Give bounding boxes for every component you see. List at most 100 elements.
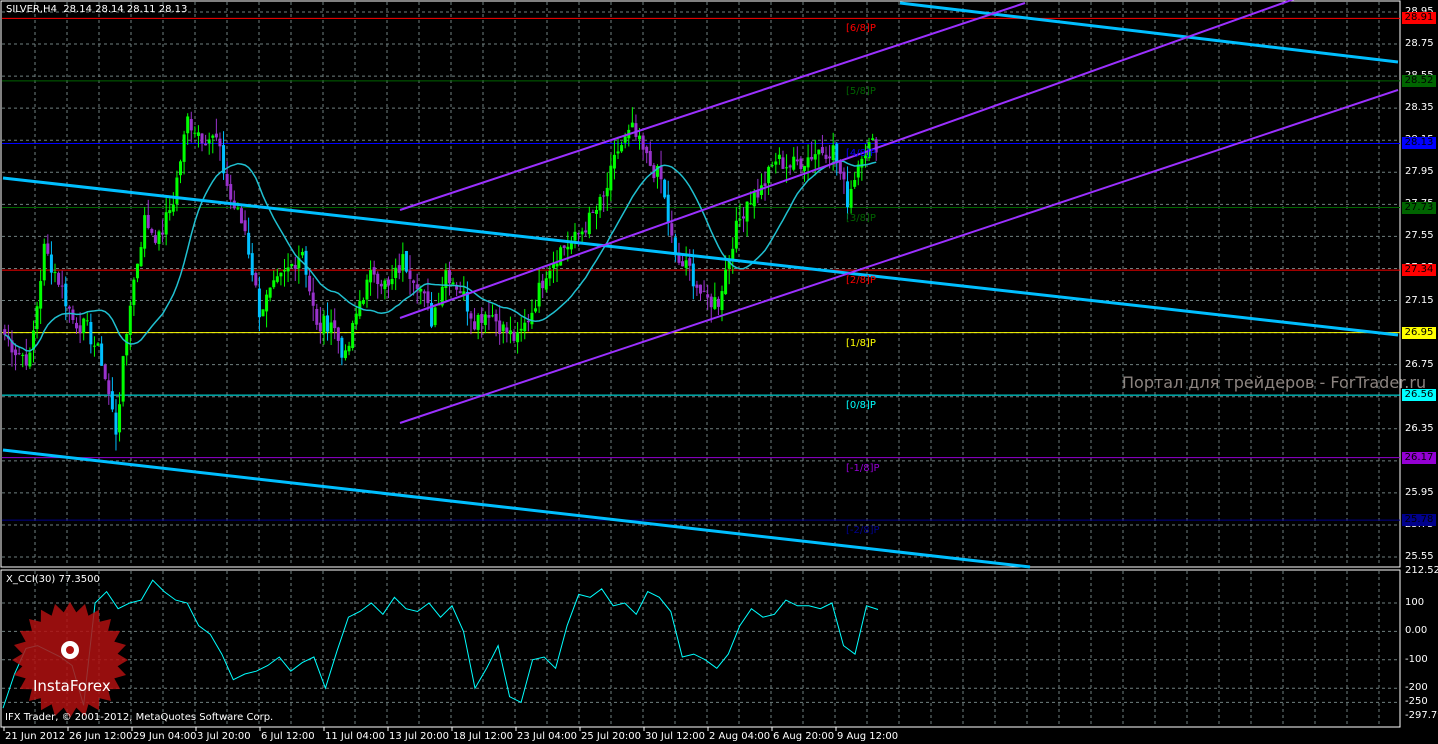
candle-bearish xyxy=(648,151,652,166)
candle-bearish xyxy=(763,183,767,187)
candle-bullish xyxy=(620,145,624,152)
candle-bullish xyxy=(85,320,89,322)
price-level-tag: 26.17 xyxy=(1402,451,1436,464)
candle-bearish xyxy=(107,380,111,395)
time-axis-label: 2 Aug 04:00 xyxy=(709,731,771,742)
murrey-level-label: [3/8]P xyxy=(846,212,876,224)
murrey-level-label: [-1/8]P xyxy=(846,462,880,474)
candle-bearish xyxy=(835,143,839,164)
candle-bearish xyxy=(57,272,61,285)
candle-bearish xyxy=(526,320,530,323)
cci-tick-label: -250 xyxy=(1405,696,1428,708)
cci-line xyxy=(2,579,879,709)
candle-bullish xyxy=(121,356,125,402)
price-level-tag: 27.34 xyxy=(1402,264,1436,277)
candle-bearish xyxy=(494,313,498,322)
candle-bullish xyxy=(849,188,853,208)
moving-average-line xyxy=(4,160,877,352)
candle-bearish xyxy=(89,321,93,345)
candle-bullish xyxy=(684,260,688,268)
candle-bearish xyxy=(659,166,663,180)
candle-bearish xyxy=(487,314,491,318)
candle-bearish xyxy=(254,272,258,286)
price-level-tag: 25.78 xyxy=(1402,514,1436,527)
cci-tick-label: 0.00 xyxy=(1405,625,1428,637)
candle-bullish xyxy=(508,330,512,335)
candle-bullish xyxy=(265,294,269,312)
candle-bullish xyxy=(283,270,287,272)
cci-tick-label: 100 xyxy=(1405,596,1425,608)
candle-bearish xyxy=(706,294,710,298)
candle-bearish xyxy=(695,284,699,288)
candle-bullish xyxy=(135,263,139,279)
candle-bullish xyxy=(39,281,43,309)
candle-bullish xyxy=(419,288,423,292)
candle-bullish xyxy=(196,132,200,136)
candle-bearish xyxy=(512,331,516,341)
candle-bullish xyxy=(770,165,774,167)
price-tick-label: 26.35 xyxy=(1405,422,1434,434)
candle-bearish xyxy=(243,220,247,232)
candle-bullish xyxy=(609,165,613,191)
copyright-text: IFX Trader, © 2001-2012, MetaQuotes Soft… xyxy=(5,712,274,723)
candle-bearish xyxy=(17,353,21,355)
candle-bullish xyxy=(566,246,570,250)
candle-bullish xyxy=(211,135,215,138)
candle-bullish xyxy=(118,404,122,433)
candle-bullish xyxy=(871,138,875,141)
candle-bullish xyxy=(175,177,179,204)
candle-bearish xyxy=(702,290,706,292)
candle-bearish xyxy=(634,123,638,137)
price-level-tag: 27.73 xyxy=(1402,201,1436,214)
candle-bullish xyxy=(236,208,240,210)
candle-bullish xyxy=(35,306,39,330)
candle-bearish xyxy=(458,291,462,294)
candle-bullish xyxy=(272,280,276,288)
time-axis-label: 13 Jul 20:00 xyxy=(389,731,449,742)
candle-bearish xyxy=(49,254,53,273)
candle-bullish xyxy=(383,280,387,290)
candle-bullish xyxy=(369,270,373,283)
candle-bullish xyxy=(573,231,577,241)
candle-bearish xyxy=(641,135,645,150)
candle-bullish xyxy=(598,196,602,211)
cci-tick-label: -297.799 xyxy=(1405,710,1438,721)
candle-bullish xyxy=(347,345,351,352)
candle-bearish xyxy=(67,306,71,309)
cci-tick-label: -100 xyxy=(1405,653,1428,665)
candle-bearish xyxy=(333,320,337,329)
candle-bearish xyxy=(3,329,7,335)
candle-bearish xyxy=(666,194,670,223)
candle-bearish xyxy=(75,322,79,329)
candle-bearish xyxy=(788,165,792,168)
candle-bullish xyxy=(483,314,487,326)
candle-bullish xyxy=(207,139,211,144)
time-axis-label: 3 Jul 20:00 xyxy=(197,731,251,742)
price-chart[interactable] xyxy=(0,0,1438,744)
candle-bullish xyxy=(179,161,183,176)
candle-bullish xyxy=(523,322,527,332)
candle-bullish xyxy=(638,135,642,140)
candle-bullish xyxy=(351,323,355,348)
candle-bullish xyxy=(132,279,136,306)
price-tick-label: 27.15 xyxy=(1405,294,1434,306)
instaforex-logo xyxy=(10,600,130,720)
time-axis-label: 11 Jul 04:00 xyxy=(325,731,385,742)
candle-bearish xyxy=(229,184,233,200)
candle-bearish xyxy=(161,232,165,235)
candle-bearish xyxy=(110,391,114,410)
candle-bullish xyxy=(752,191,756,207)
symbol-label: SILVER,H4 xyxy=(6,4,57,15)
logo-star-shape xyxy=(12,602,128,718)
candle-bullish xyxy=(322,315,326,334)
candle-bearish xyxy=(591,211,595,213)
cci-indicator-label: X_CCI(30) 77.3500 xyxy=(6,574,100,585)
candle-bullish xyxy=(605,187,609,197)
candle-bearish xyxy=(716,298,720,307)
price-level-tag: 28.13 xyxy=(1402,137,1436,150)
candle-bullish xyxy=(433,307,437,326)
candle-bullish xyxy=(817,149,821,155)
candle-bullish xyxy=(724,269,728,295)
candle-bullish xyxy=(394,267,398,278)
candle-bearish xyxy=(46,243,50,254)
